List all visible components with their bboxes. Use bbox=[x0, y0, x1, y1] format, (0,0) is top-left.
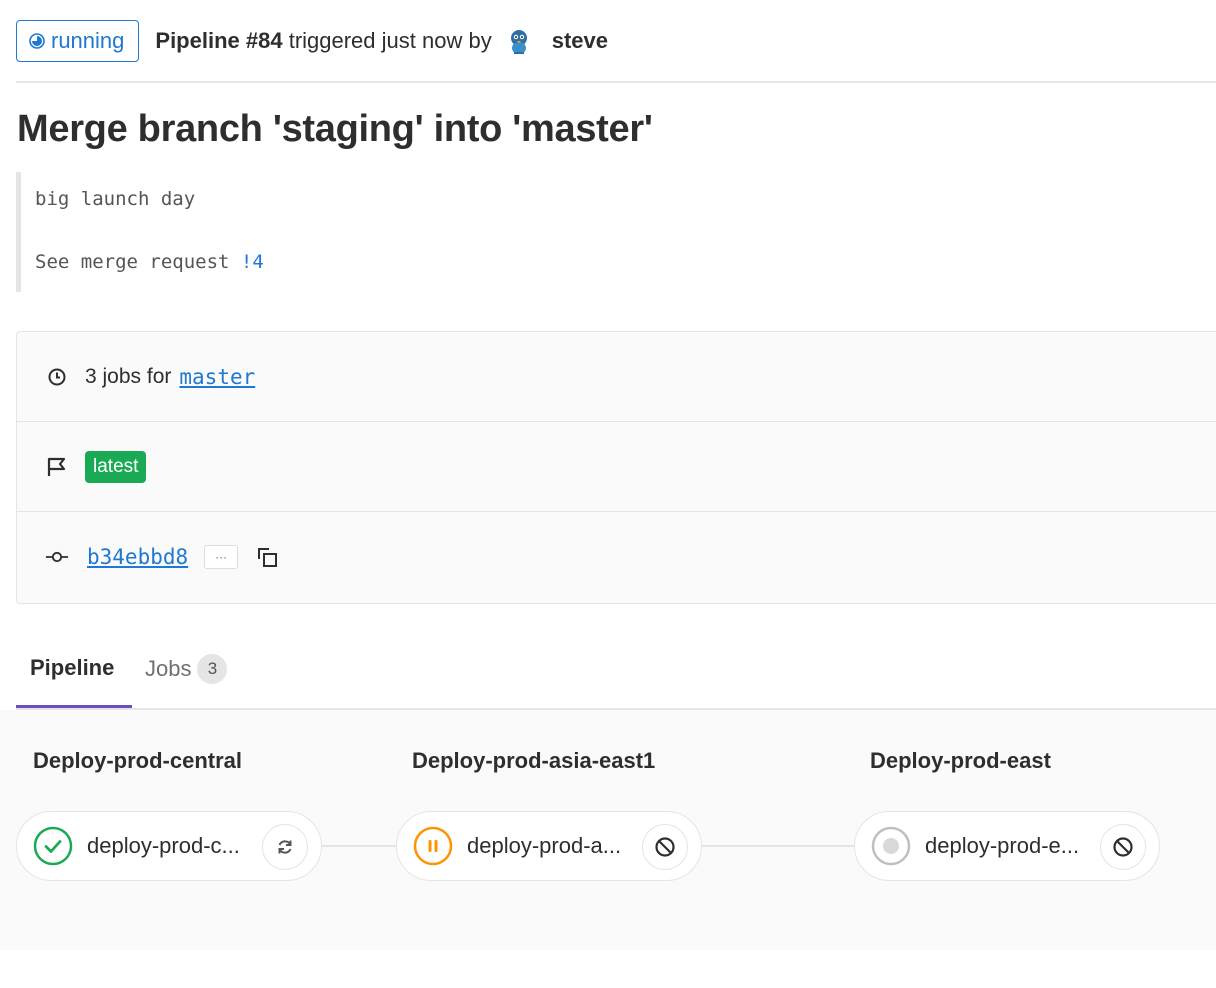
commit-icon bbox=[45, 545, 69, 569]
branch-link[interactable]: master bbox=[179, 365, 255, 389]
tags-row: latest bbox=[17, 422, 1216, 512]
job-name: deploy-prod-e... bbox=[925, 833, 1080, 858]
running-status-icon bbox=[29, 32, 45, 49]
cancel-button[interactable] bbox=[1100, 824, 1146, 870]
copy-icon[interactable] bbox=[254, 544, 280, 570]
job-deploy-prod-east[interactable]: deploy-prod-e... bbox=[854, 811, 1160, 881]
header-text: Pipeline #84 triggered just now by steve bbox=[155, 25, 608, 56]
success-status-icon bbox=[33, 826, 73, 866]
triggered-text: triggered just now by bbox=[288, 27, 492, 53]
commit-description: big launch day See merge request !4 bbox=[16, 172, 616, 292]
jobs-count-badge: 3 bbox=[197, 654, 228, 684]
job-deploy-prod-asia-east1[interactable]: deploy-prod-a... bbox=[396, 811, 702, 881]
user-link[interactable]: steve bbox=[552, 28, 608, 54]
tab-jobs[interactable]: Jobs 3 bbox=[144, 630, 228, 708]
clock-icon bbox=[45, 365, 69, 389]
commit-sha-link[interactable]: b34ebbd8 bbox=[87, 545, 188, 569]
pipeline-info-card: 3 jobs for master latest b34ebbd8 ··· bbox=[16, 331, 1216, 604]
flag-icon bbox=[45, 455, 69, 479]
job-name: deploy-prod-a... bbox=[467, 833, 622, 858]
merge-request-link[interactable]: !4 bbox=[241, 251, 264, 273]
commit-title: Merge branch 'staging' into 'master' bbox=[17, 108, 653, 150]
stage-title: Deploy-prod-central bbox=[33, 748, 243, 773]
commit-row: b34ebbd8 ··· bbox=[17, 512, 1216, 602]
cancel-icon bbox=[655, 837, 675, 857]
retry-icon bbox=[278, 840, 292, 854]
manual-status-icon bbox=[413, 826, 453, 866]
tab-pipeline[interactable]: Pipeline bbox=[16, 630, 132, 708]
created-status-icon bbox=[871, 826, 911, 866]
retry-button[interactable] bbox=[262, 824, 308, 870]
stage-connector bbox=[701, 845, 856, 847]
job-deploy-prod-central[interactable]: deploy-prod-c... bbox=[16, 811, 322, 881]
jobs-row: 3 jobs for master bbox=[17, 332, 1216, 422]
job-name: deploy-prod-c... bbox=[87, 833, 240, 858]
user-avatar[interactable] bbox=[503, 25, 534, 56]
cancel-button[interactable] bbox=[642, 824, 688, 870]
pipeline-label: Pipeline #84 bbox=[155, 27, 283, 53]
cancel-icon bbox=[1113, 837, 1133, 857]
stage-title: Deploy-prod-east bbox=[870, 748, 1051, 773]
status-badge[interactable]: running bbox=[16, 19, 140, 62]
pipeline-tabs: Pipeline Jobs 3 bbox=[16, 630, 1216, 710]
pipeline-graph: Deploy-prod-central Deploy-prod-asia-eas… bbox=[0, 710, 1216, 950]
latest-badge: latest bbox=[85, 450, 147, 483]
description-line: big launch day bbox=[35, 188, 196, 210]
stage-title: Deploy-prod-asia-east1 bbox=[412, 748, 656, 773]
expand-commit-button[interactable]: ··· bbox=[204, 545, 239, 569]
stage-connector bbox=[322, 845, 398, 847]
merge-request-line: See merge request !4 bbox=[35, 251, 264, 273]
pipeline-header: running Pipeline #84 triggered just now … bbox=[16, 0, 1216, 83]
jobs-count-text: 3 jobs for bbox=[85, 364, 172, 388]
status-label: running bbox=[51, 27, 125, 53]
